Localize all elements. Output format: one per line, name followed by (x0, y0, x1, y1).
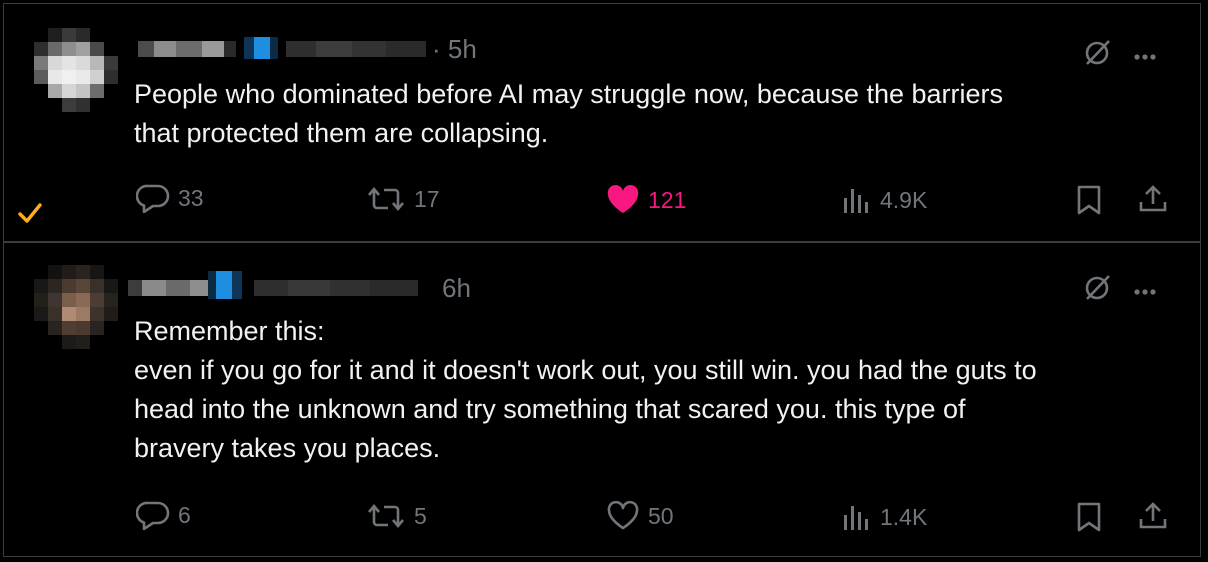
share-button[interactable] (1138, 501, 1168, 531)
reply-button[interactable]: 6 (136, 500, 191, 530)
reply-button[interactable]: 33 (136, 183, 204, 213)
username[interactable] (254, 280, 418, 296)
tweet-text: People who dominated before AI may strug… (134, 79, 1004, 148)
like-button[interactable]: 121 (606, 185, 686, 215)
more-icon[interactable] (1134, 47, 1156, 65)
like-count: 50 (648, 502, 674, 529)
bookmark-icon (1076, 502, 1102, 532)
like-count: 121 (648, 186, 687, 213)
tweet-text: Remember this: even if you go for it and… (134, 316, 1037, 463)
grok-icon[interactable] (1082, 38, 1112, 73)
views-button[interactable]: 1.4K (842, 503, 927, 531)
avatar[interactable] (34, 265, 118, 349)
repost-count: 5 (414, 502, 427, 529)
views-icon (842, 186, 872, 214)
grok-icon[interactable] (1082, 273, 1112, 308)
check-icon (18, 202, 42, 229)
timestamp[interactable]: 6h (442, 273, 471, 304)
bookmark-icon (1076, 185, 1102, 215)
like-button[interactable]: 50 (606, 501, 674, 531)
share-button[interactable] (1138, 184, 1168, 214)
like-icon (606, 185, 640, 215)
bookmark-button[interactable] (1076, 185, 1102, 215)
views-count: 1.4K (880, 503, 928, 530)
views-button[interactable]: 4.9K (842, 186, 927, 214)
share-icon (1138, 184, 1168, 214)
display-name[interactable] (138, 41, 236, 57)
views-count: 4.9K (880, 186, 928, 213)
verified-badge (208, 271, 242, 299)
reply-count: 33 (178, 184, 204, 211)
bookmark-button[interactable] (1076, 502, 1102, 532)
views-icon (842, 503, 872, 531)
username[interactable] (286, 41, 426, 57)
reply-icon (136, 500, 170, 530)
repost-button[interactable]: 17 (366, 185, 440, 213)
tweet-2[interactable]: 6h Remember this: even if you go for it … (4, 243, 1200, 557)
verified-badge (244, 37, 278, 59)
repost-icon (366, 185, 406, 213)
reply-count: 6 (178, 501, 191, 528)
like-icon (606, 501, 640, 531)
timestamp[interactable]: · 5h (432, 34, 477, 65)
avatar[interactable] (34, 28, 118, 112)
share-icon (1138, 501, 1168, 531)
repost-icon (366, 502, 406, 530)
repost-count: 17 (414, 185, 440, 212)
tweet-1[interactable]: · 5h People who dominated before AI may … (4, 4, 1200, 241)
repost-button[interactable]: 5 (366, 502, 427, 530)
more-icon[interactable] (1134, 282, 1156, 300)
reply-icon (136, 183, 170, 213)
